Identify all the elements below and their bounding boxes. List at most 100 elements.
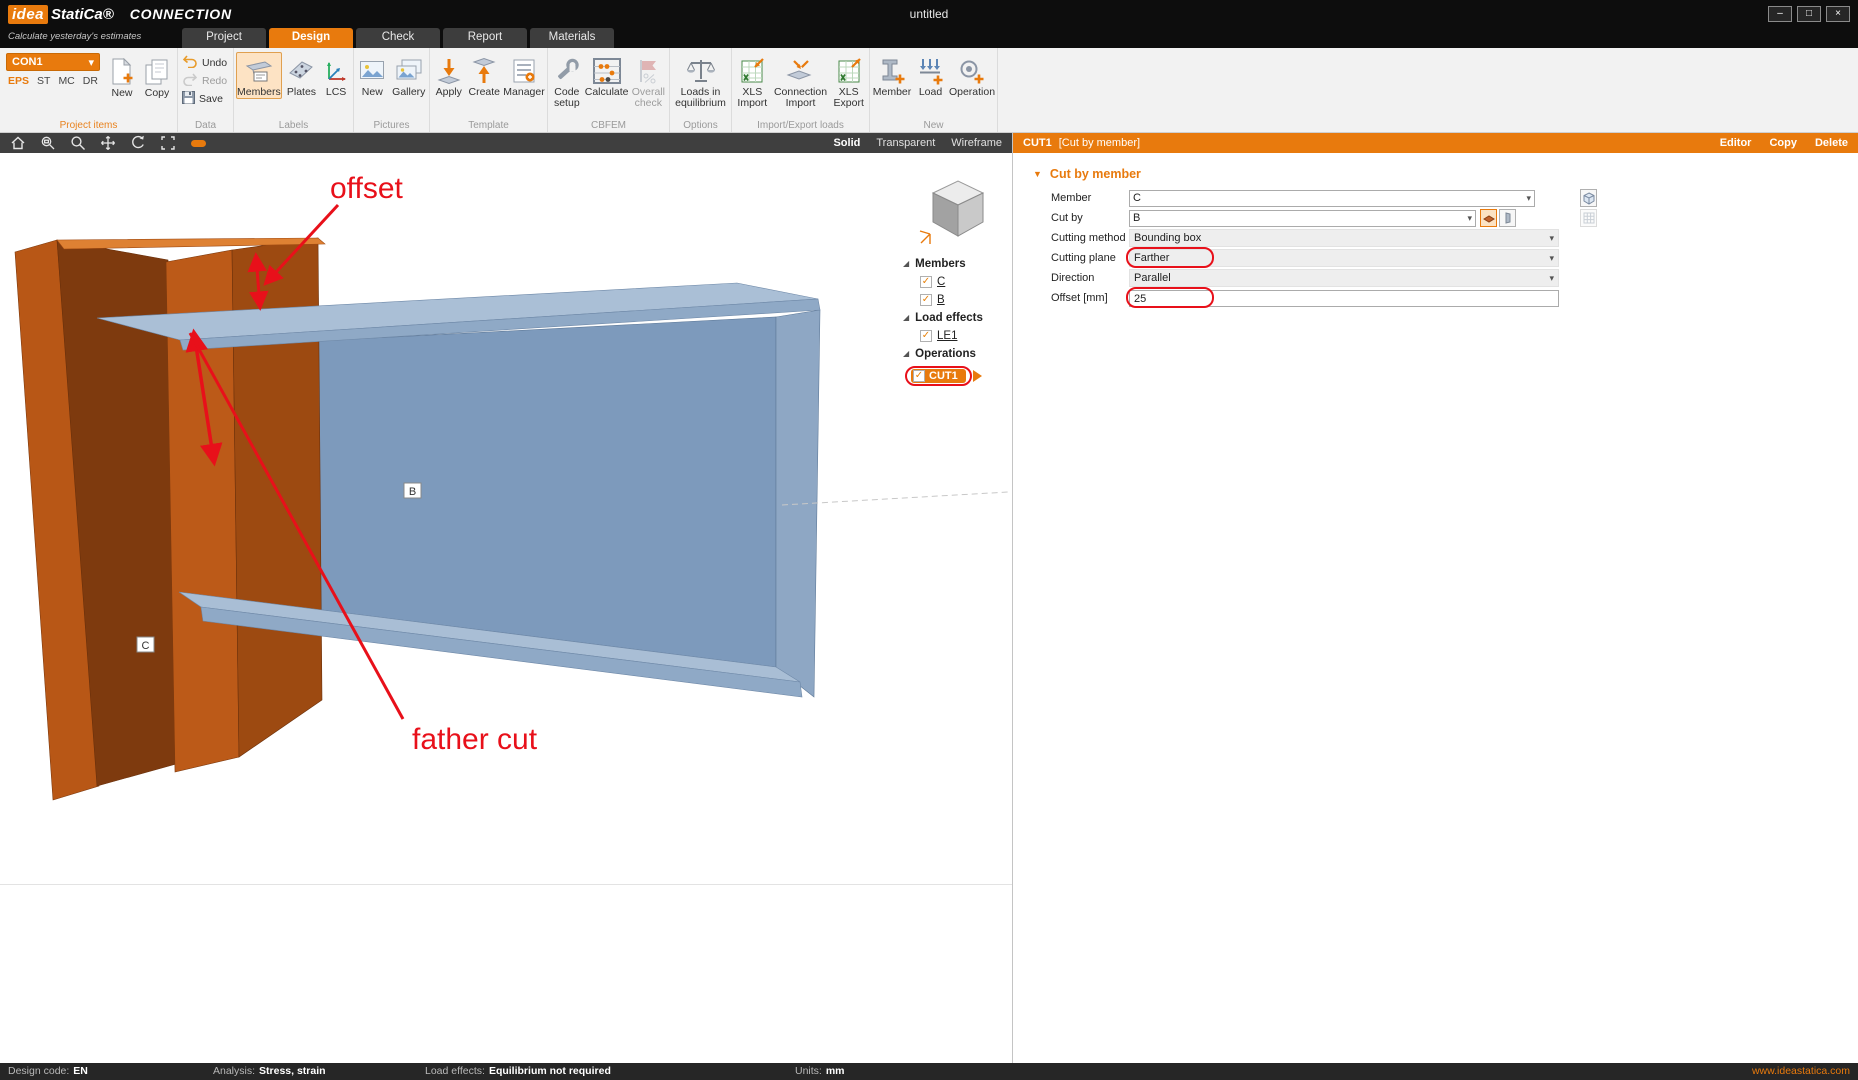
new-operation-icon xyxy=(959,55,985,87)
xls-export-button[interactable]: XLS Export xyxy=(830,52,867,110)
new-load-button[interactable]: Load xyxy=(914,52,947,99)
members-labels-button[interactable]: Members xyxy=(236,52,282,99)
overall-check-button[interactable]: Overall check xyxy=(630,52,667,110)
tab-report[interactable]: Report xyxy=(443,28,527,48)
gallery-button[interactable]: Gallery xyxy=(391,52,427,99)
cutting-method-combobox[interactable]: Bounding box ▾ xyxy=(1129,229,1559,247)
cut1-selected-pill[interactable]: ✓ CUT1 xyxy=(911,369,966,383)
tree-group-load-effects[interactable]: ◢ Load effects xyxy=(903,309,1015,327)
tab-project[interactable]: Project xyxy=(182,28,266,48)
direction-combobox[interactable]: Parallel ▾ xyxy=(1129,269,1559,287)
new-picture-button[interactable]: New xyxy=(356,52,389,99)
redo-button[interactable]: Redo xyxy=(182,73,229,89)
cut-plate-horizontal-toggle[interactable] xyxy=(1480,209,1497,227)
new-project-item-button[interactable]: New xyxy=(109,53,135,100)
cutting-plane-label: Cutting plane xyxy=(1051,252,1129,264)
ribbon-group-template: Apply Create Manager Template xyxy=(430,48,548,132)
website-link[interactable]: www.ideastatica.com xyxy=(1752,1063,1850,1080)
copy-operation-button[interactable]: Copy xyxy=(1769,137,1797,149)
3d-scene[interactable]: B C offset father cut xyxy=(0,153,1012,884)
tree-group-operations[interactable]: ◢ Operations xyxy=(903,345,1015,363)
connection-import-button[interactable]: Connection Import xyxy=(773,52,829,110)
undo-button[interactable]: Undo xyxy=(182,55,229,71)
ribbon-group-labels: Members Plates LCS Labels xyxy=(234,48,354,132)
member-pick-in-3d-button[interactable] xyxy=(1580,189,1597,207)
template-manager-button[interactable]: Manager xyxy=(503,52,545,99)
analysis-label: Analysis: xyxy=(213,1065,255,1077)
gallery-icon xyxy=(395,55,423,87)
close-button[interactable]: × xyxy=(1826,6,1850,22)
document-title: untitled xyxy=(910,7,949,21)
mode-dr[interactable]: DR xyxy=(83,75,98,87)
orange-tool-icon[interactable] xyxy=(190,135,208,151)
fit-view-button[interactable] xyxy=(160,135,176,151)
lcs-labels-button[interactable]: LCS xyxy=(321,52,351,99)
project-item-selector[interactable]: CON1 ▾ xyxy=(6,53,100,71)
code-setup-button[interactable]: Code setup xyxy=(550,52,584,110)
mode-eps[interactable]: EPS xyxy=(8,75,29,87)
member-combobox[interactable]: C ▾ xyxy=(1129,190,1535,207)
tree-item-member-b[interactable]: ✓ B xyxy=(903,291,1015,309)
tree-item-le1[interactable]: ✓ LE1 xyxy=(903,327,1015,345)
zoom-button[interactable] xyxy=(70,135,86,151)
group-label-pictures: Pictures xyxy=(354,120,429,131)
checkbox-cut1[interactable]: ✓ xyxy=(913,370,925,382)
mode-mc[interactable]: MC xyxy=(58,75,74,87)
apply-template-button[interactable]: Apply xyxy=(432,52,465,99)
cut-plate-vertical-toggle[interactable] xyxy=(1499,209,1516,227)
collapse-icon[interactable]: ▼ xyxy=(1033,169,1042,179)
display-mode-solid[interactable]: Solid xyxy=(833,137,860,149)
create-template-label: Create xyxy=(468,87,500,98)
new-operation-button[interactable]: Operation xyxy=(949,52,995,99)
copy-project-item-button[interactable]: Copy xyxy=(143,53,171,100)
property-row-cutting-method: Cutting method Bounding box ▾ xyxy=(1013,228,1597,248)
abacus-icon xyxy=(592,55,622,87)
lcs-label: LCS xyxy=(326,87,346,98)
checkbox-member-c[interactable]: ✓ xyxy=(920,276,932,288)
member-b-label[interactable]: B xyxy=(404,483,421,498)
tree-item-le1-label[interactable]: LE1 xyxy=(937,330,957,342)
tree-group-members[interactable]: ◢ Members xyxy=(903,255,1015,273)
3d-viewport[interactable]: B C offset father cut xyxy=(0,153,1012,1063)
cut-by-combobox[interactable]: B ▾ xyxy=(1129,210,1476,227)
cutting-plane-combobox[interactable]: Farther ▾ xyxy=(1129,249,1559,267)
viewport-split-line xyxy=(0,884,1012,885)
copy-project-item-label: Copy xyxy=(145,88,170,99)
new-member-icon xyxy=(879,55,905,87)
display-mode-transparent[interactable]: Transparent xyxy=(876,137,935,149)
mode-st[interactable]: ST xyxy=(37,75,50,87)
checkbox-le1[interactable]: ✓ xyxy=(920,330,932,342)
checkbox-member-b[interactable]: ✓ xyxy=(920,294,932,306)
new-member-button[interactable]: Member xyxy=(872,52,912,99)
plates-labels-button[interactable]: Plates xyxy=(284,52,319,99)
display-mode-wireframe[interactable]: Wireframe xyxy=(951,137,1002,149)
save-button[interactable]: Save xyxy=(182,91,229,107)
ribbon-group-data: Undo Redo Save Data xyxy=(178,48,234,132)
delete-operation-button[interactable]: Delete xyxy=(1815,137,1848,149)
group-label-new: New xyxy=(870,120,997,131)
calculate-button[interactable]: Calculate xyxy=(586,52,628,110)
rotate-view-button[interactable] xyxy=(130,135,146,151)
tree-item-member-b-label[interactable]: B xyxy=(937,294,945,306)
minimize-button[interactable]: – xyxy=(1768,6,1792,22)
section-cut-by-member[interactable]: ▼ Cut by member xyxy=(1033,167,1858,181)
tree-item-cut1[interactable]: ✓ CUT1 xyxy=(903,366,1015,386)
home-view-button[interactable] xyxy=(10,135,26,151)
maximize-button[interactable]: □ xyxy=(1797,6,1821,22)
xls-import-button[interactable]: XLS Import xyxy=(734,52,771,110)
member-c-label[interactable]: C xyxy=(137,637,154,652)
tree-item-member-c[interactable]: ✓ C xyxy=(903,273,1015,291)
create-template-button[interactable]: Create xyxy=(467,52,501,99)
tab-check[interactable]: Check xyxy=(356,28,440,48)
zoom-window-button[interactable] xyxy=(40,135,56,151)
navigation-cube[interactable] xyxy=(918,168,998,253)
loads-in-equilibrium-button[interactable]: Loads in equilibrium xyxy=(672,52,729,110)
tab-design[interactable]: Design xyxy=(269,28,353,48)
redo-icon xyxy=(182,73,198,89)
editor-button[interactable]: Editor xyxy=(1720,137,1752,149)
cut-by-grid-button[interactable] xyxy=(1580,209,1597,227)
offset-input[interactable] xyxy=(1129,290,1559,307)
tree-item-member-c-label[interactable]: C xyxy=(937,276,945,288)
pan-button[interactable] xyxy=(100,135,116,151)
tab-materials[interactable]: Materials xyxy=(530,28,614,48)
